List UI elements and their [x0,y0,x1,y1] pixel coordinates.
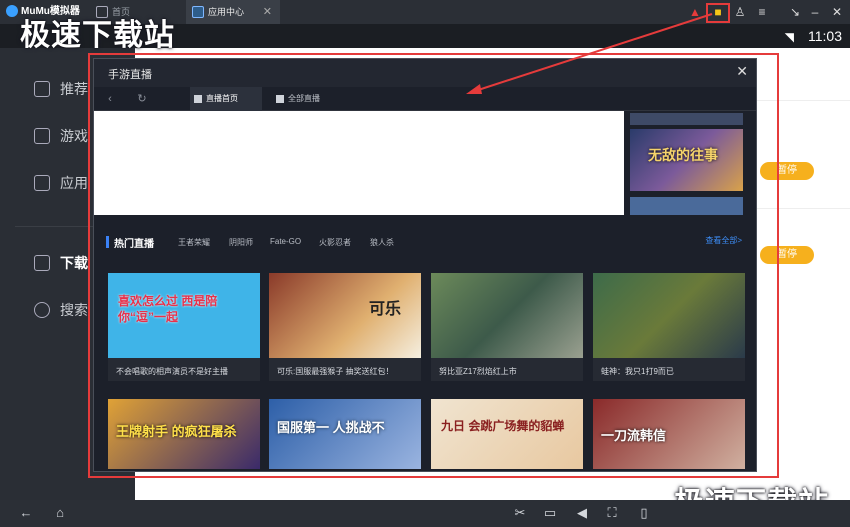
home-icon[interactable]: ⌂ [52,505,68,521]
sidebar-item-label: 推荐 [60,81,88,97]
menu-icon[interactable]: ≡ [753,3,771,21]
close-window-icon[interactable]: ✕ [828,3,846,21]
annotation-box [88,53,779,478]
gamepad-icon [34,128,50,144]
thumbs-up-icon [34,81,50,97]
wifi-icon: ◥ [784,30,794,44]
volume-icon[interactable]: ◀ [574,505,590,521]
sidebar-item-label: 应用 [60,175,88,191]
folder-icon[interactable]: ▭ [542,505,558,521]
tab-app-center-label: 应用中心 [208,7,245,17]
watermark: 极速下载站 [20,19,175,52]
scissors-icon[interactable]: ✂ [512,505,528,521]
status-time: 11:03 [808,28,842,44]
back-icon[interactable]: ← [18,505,34,521]
tab-close-icon[interactable]: ✕ [263,0,272,24]
sidebar-item-downloads[interactable]: 下载 [34,248,88,278]
bottom-toolbar: ← ⌂ ✂ ▭ ◀ ⛶ ▯ [0,500,850,527]
user-icon[interactable]: ♙ [731,3,749,21]
rotate-icon[interactable]: ▯ [636,505,652,521]
minimize-icon[interactable]: – [806,3,824,21]
shrink-icon[interactable]: ↘ [786,3,804,21]
sidebar-item-label: 游戏 [60,128,88,144]
search-icon [34,302,50,318]
download-icon [34,255,50,271]
tab-app-center[interactable]: 应用中心 ✕ [186,0,280,24]
app-center-icon [192,6,204,18]
bag-icon [34,175,50,191]
sidebar-item-label: 下载 [60,255,88,271]
sidebar-item-label: 搜索 [60,302,88,318]
fullscreen-icon[interactable]: ⛶ [604,505,620,521]
sidebar-item-search[interactable]: 搜索 [34,295,88,325]
sidebar-item-apps[interactable]: 应用 [34,168,88,198]
sidebar-item-recommend[interactable]: 推荐 [34,74,88,104]
sidebar-item-games[interactable]: 游戏 [34,121,88,151]
annotation-arrow [466,13,713,94]
